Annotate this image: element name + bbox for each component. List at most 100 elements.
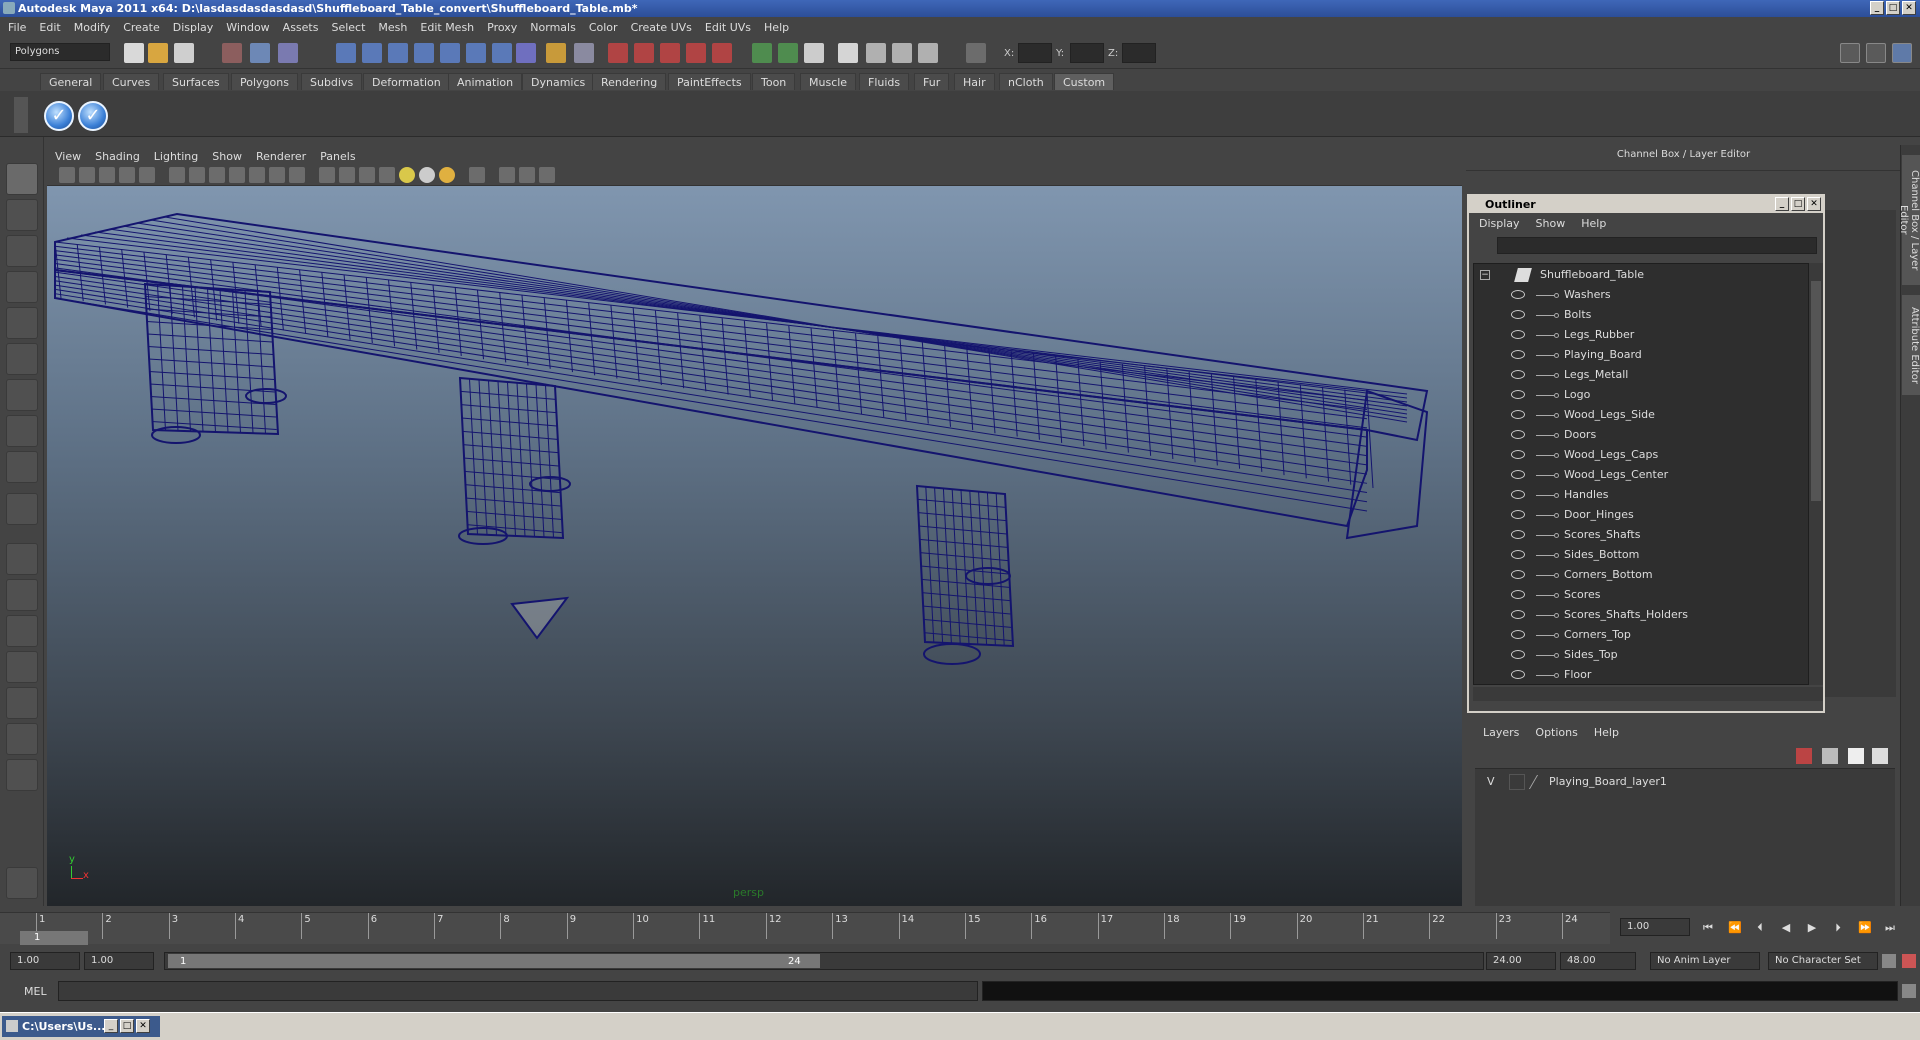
tab-toon[interactable]: Toon (752, 73, 796, 90)
outliner-item[interactable]: Scores_Shafts (1474, 525, 1804, 545)
textured-icon[interactable] (379, 167, 395, 183)
wireframe-on-shaded-icon[interactable] (359, 167, 375, 183)
layer-create-empty-icon[interactable] (1796, 748, 1812, 764)
show-manipulator-icon[interactable] (6, 451, 38, 483)
outliner-item[interactable]: Sides_Bottom (1474, 545, 1804, 565)
snap-curve-icon[interactable] (362, 43, 382, 63)
vp-menu-lighting[interactable]: Lighting (154, 150, 198, 163)
perspective-viewport[interactable]: persp y x (47, 186, 1462, 906)
layout-list-icon[interactable] (1866, 43, 1886, 63)
wireframe-icon[interactable] (319, 167, 335, 183)
relative-transform-icon[interactable] (866, 43, 886, 63)
quick-rename-icon[interactable] (918, 43, 938, 63)
outliner-item[interactable]: Legs_Rubber (1474, 325, 1804, 345)
taskbar-minimize-button[interactable]: _ (104, 1019, 118, 1033)
playback-start-field[interactable]: 1.00 (84, 952, 154, 970)
layout-extra-icon[interactable] (6, 759, 38, 791)
step-forward-key-icon[interactable]: ⏵ (1832, 922, 1844, 934)
layer-menu-help[interactable]: Help (1594, 726, 1619, 739)
menu-select[interactable]: Select (331, 21, 365, 34)
outliner-item[interactable]: Scores_Shafts_Holders (1474, 605, 1804, 625)
time-slider[interactable]: 1 2 3 4 5 6 7 8 9 10 11 12 13 14 15 16 17 18 19 20 21 22 23 24 … (0, 912, 1610, 945)
tab-painteffects[interactable]: PaintEffects (668, 73, 751, 90)
animation-prefs-icon[interactable] (1902, 954, 1916, 968)
character-set-dropdown[interactable]: No Character Set (1768, 952, 1878, 970)
tab-custom[interactable]: Custom (1054, 73, 1115, 90)
tab-surfaces[interactable]: Surfaces (163, 73, 229, 90)
tab-dynamics[interactable]: Dynamics (522, 73, 595, 90)
menu-create-uvs[interactable]: Create UVs (631, 21, 692, 34)
vp-menu-shading[interactable]: Shading (95, 150, 140, 163)
input-line-icon[interactable] (838, 43, 858, 63)
layer-menu-options[interactable]: Options (1535, 726, 1577, 739)
ipr-render-icon[interactable] (634, 43, 654, 63)
layer-create-selected-icon[interactable] (1822, 748, 1838, 764)
camera-attributes-icon[interactable] (79, 167, 95, 183)
resolution-gate-icon[interactable] (209, 167, 225, 183)
tab-fur[interactable]: Fur (914, 73, 950, 90)
x-field[interactable] (1018, 43, 1052, 63)
vp-menu-show[interactable]: Show (212, 150, 242, 163)
outliner-item[interactable]: Floor (1474, 665, 1804, 684)
tab-subdivs[interactable]: Subdivs (301, 73, 363, 90)
show-hide-channel-box-icon[interactable] (804, 43, 824, 63)
tab-general[interactable]: General (40, 73, 102, 90)
outliner-item[interactable]: Doors (1474, 425, 1804, 445)
check-script-icon-2[interactable]: ✓ (78, 101, 108, 131)
safe-title-icon[interactable] (289, 167, 305, 183)
taskbar-close-button[interactable]: ✕ (136, 1019, 150, 1033)
outliner-filter-input[interactable] (1497, 237, 1817, 254)
outliner-menu-help[interactable]: Help (1581, 217, 1606, 230)
step-forward-icon[interactable]: ⏩ (1858, 922, 1872, 934)
outliner-menu-show[interactable]: Show (1536, 217, 1566, 230)
outliner-item[interactable]: Bolts (1474, 305, 1804, 325)
help-question-icon[interactable] (516, 43, 536, 63)
outliner-item[interactable]: Wood_Legs_Caps (1474, 445, 1804, 465)
snap-point-icon[interactable] (388, 43, 408, 63)
render-current-frame-icon[interactable] (608, 43, 628, 63)
isolate-select-icon[interactable] (469, 167, 485, 183)
start-time-field[interactable]: 1.00 (10, 952, 80, 970)
outliner-item[interactable]: Scores (1474, 585, 1804, 605)
menu-proxy[interactable]: Proxy (487, 21, 517, 34)
outliner-item[interactable]: Corners_Top (1474, 625, 1804, 645)
bookmark-icon[interactable] (99, 167, 115, 183)
vp-menu-panels[interactable]: Panels (320, 150, 355, 163)
command-language-label[interactable]: MEL (24, 985, 47, 998)
menu-display[interactable]: Display (173, 21, 214, 34)
layout-outliner-persp-icon[interactable] (6, 615, 38, 647)
vp-menu-renderer[interactable]: Renderer (256, 150, 306, 163)
backface-icon[interactable] (539, 167, 555, 183)
film-gate-icon[interactable] (189, 167, 205, 183)
script-editor-icon[interactable] (1902, 984, 1916, 998)
layout-single-perspective-icon[interactable] (6, 543, 38, 575)
lock-icon[interactable] (546, 43, 566, 63)
layer-visibility-toggle[interactable]: V (1487, 775, 1495, 788)
select-object-icon[interactable] (250, 43, 270, 63)
outliner-item[interactable]: Corners_Bottom (1474, 565, 1804, 585)
outliner-item[interactable]: Handles (1474, 485, 1804, 505)
save-scene-icon[interactable] (174, 43, 194, 63)
tab-rendering[interactable]: Rendering (592, 73, 667, 90)
tab-channel-box[interactable]: Channel Box / Layer Editor (1898, 155, 1920, 285)
render-settings-icon[interactable] (660, 43, 680, 63)
layout-channel-icon[interactable] (1892, 43, 1912, 63)
tab-curves[interactable]: Curves (103, 73, 160, 90)
end-time-field[interactable]: 48.00 (1560, 952, 1636, 970)
taskbar-restore-button[interactable]: □ (120, 1019, 134, 1033)
layer-menu-layers[interactable]: Layers (1483, 726, 1519, 739)
camera-select-icon[interactable] (59, 167, 75, 183)
menu-help[interactable]: Help (764, 21, 789, 34)
smooth-shade-icon[interactable] (339, 167, 355, 183)
key-icon[interactable] (1882, 954, 1896, 968)
step-back-icon[interactable]: ⏪ (1728, 922, 1742, 934)
scale-tool-icon[interactable] (6, 343, 38, 375)
layer-move-down-icon[interactable] (1872, 748, 1888, 764)
layout-graph-persp-icon[interactable] (6, 651, 38, 683)
safe-action-icon[interactable] (269, 167, 285, 183)
menu-mesh[interactable]: Mesh (378, 21, 407, 34)
outliner-item[interactable]: Door_Hinges (1474, 505, 1804, 525)
tab-polygons[interactable]: Polygons (231, 73, 298, 90)
command-input[interactable] (58, 981, 978, 1001)
shadows-icon[interactable] (419, 167, 435, 183)
